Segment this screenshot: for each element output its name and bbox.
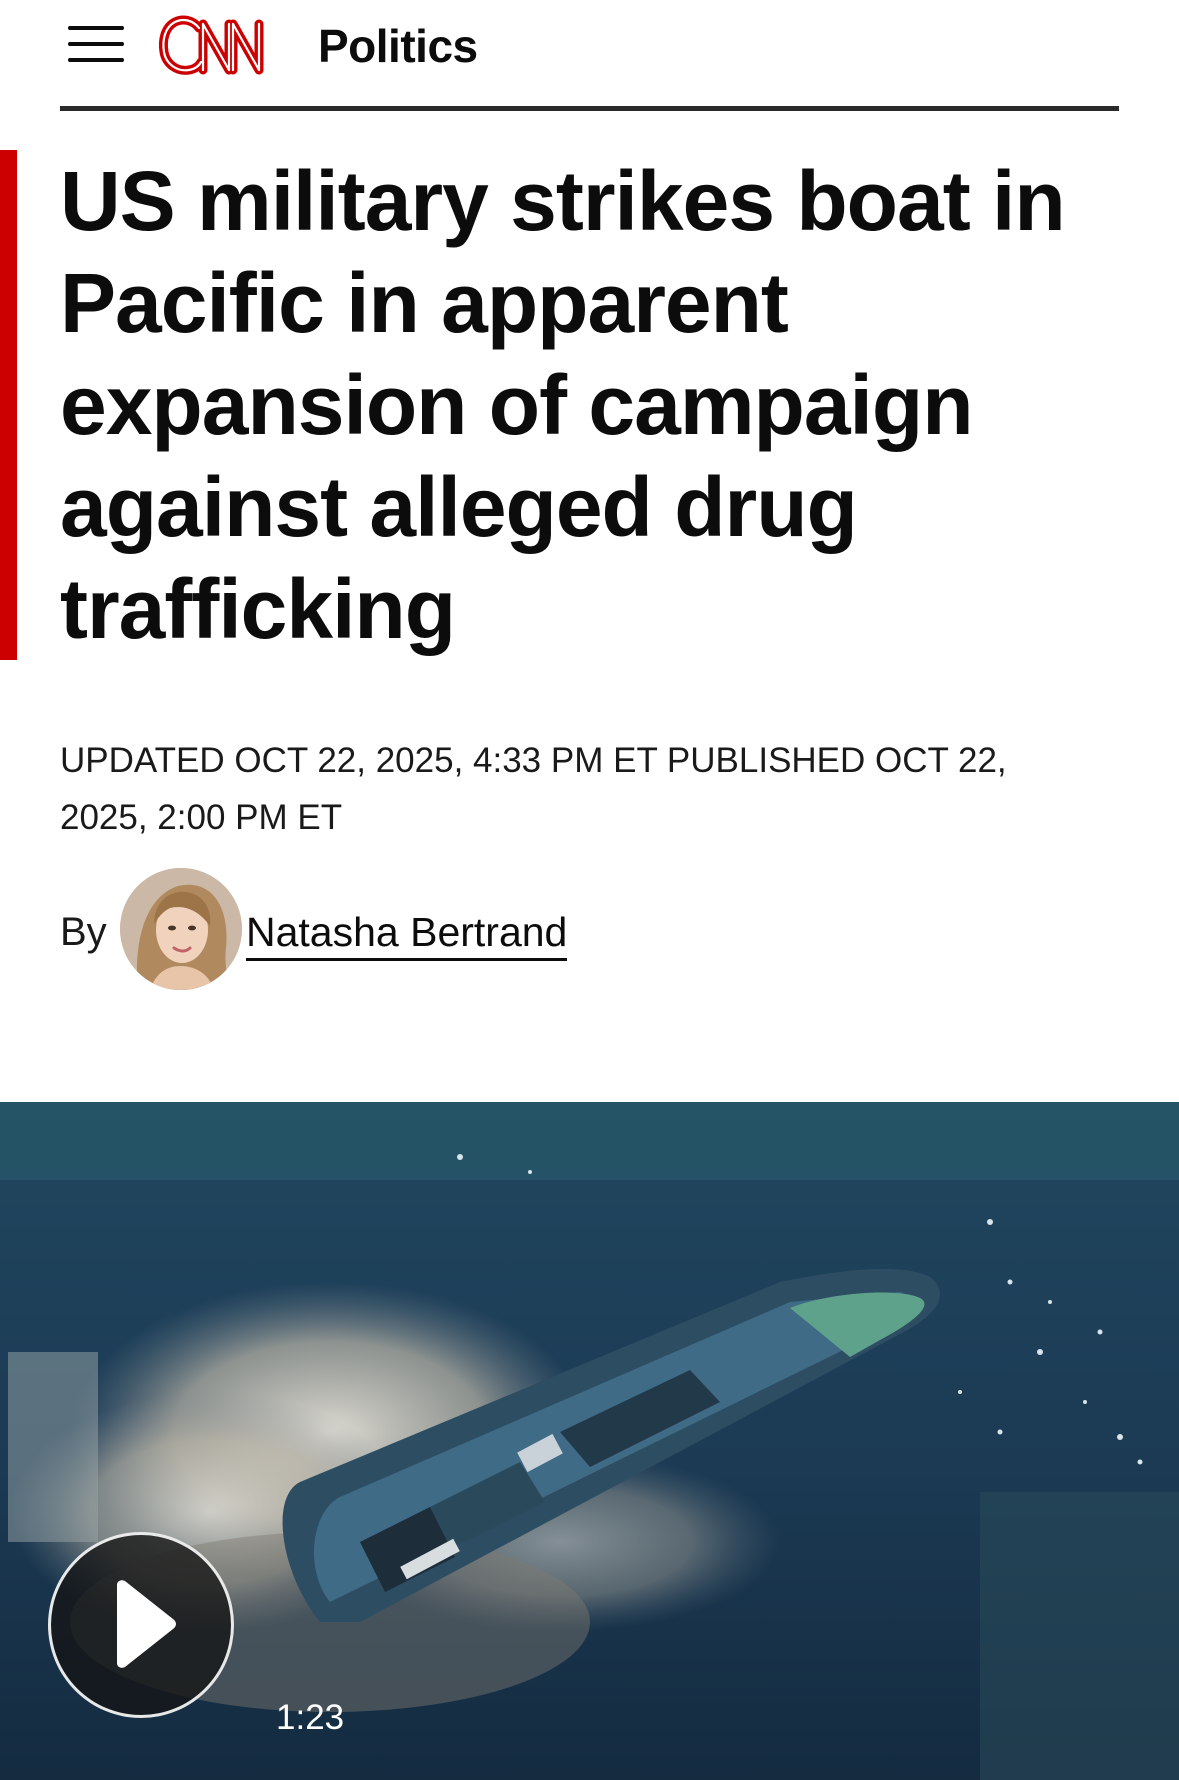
site-header: Politics: [60, 0, 1119, 112]
article-headline: US military strikes boat in Pacific in a…: [60, 154, 1066, 656]
video-duration: 1:23: [276, 1698, 345, 1737]
byline: By Natasha Bertrand: [60, 868, 960, 992]
cnn-logo[interactable]: [155, 10, 295, 80]
section-title[interactable]: Politics: [318, 18, 478, 74]
hamburger-menu-icon[interactable]: [68, 22, 124, 66]
headline-accent-bar: [0, 150, 17, 660]
author-link[interactable]: Natasha Bertrand: [246, 908, 568, 961]
byline-prefix: By: [60, 910, 107, 954]
video-player[interactable]: 1:23: [0, 1102, 1179, 1780]
play-button[interactable]: [48, 1532, 234, 1718]
play-icon: [117, 1580, 176, 1668]
article-timestamp: UPDATED OCT 22, 2025, 4:33 PM ET PUBLISH…: [60, 741, 1007, 837]
author-avatar[interactable]: [120, 868, 242, 990]
header-divider: [60, 106, 1119, 111]
